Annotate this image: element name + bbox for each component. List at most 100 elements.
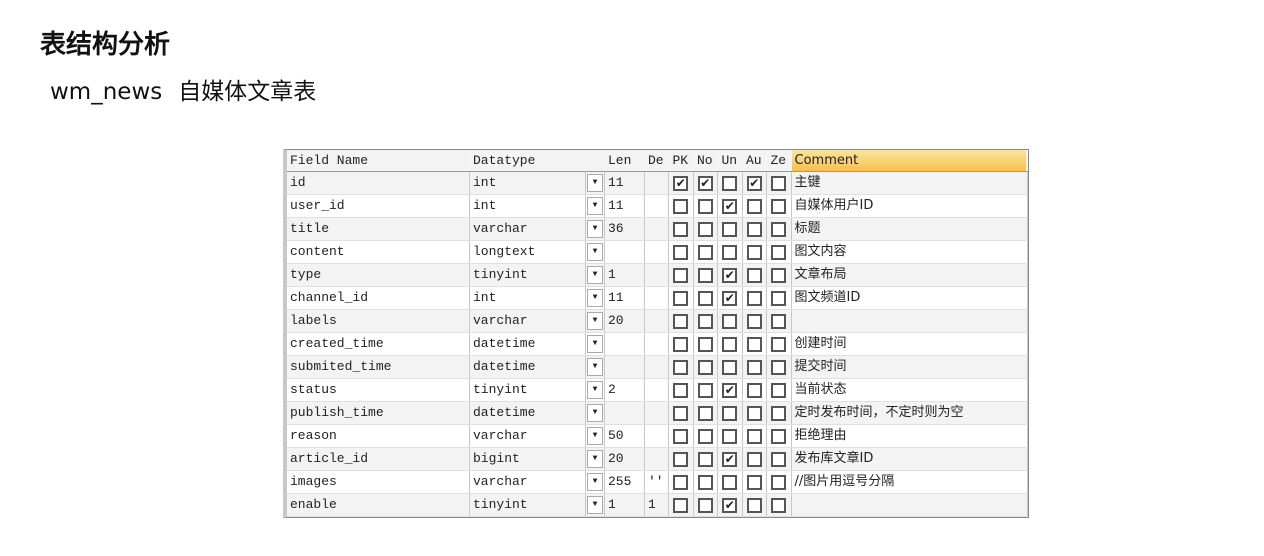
length-cell[interactable]	[605, 402, 645, 424]
datatype-dropdown[interactable]: ▼	[586, 425, 605, 447]
comment-cell[interactable]: 主键	[792, 172, 1028, 194]
zerofill-checkbox[interactable]	[771, 428, 787, 444]
unsigned-checkbox[interactable]	[722, 359, 738, 375]
comment-cell[interactable]: 拒绝理由	[792, 425, 1028, 447]
datatype-cell[interactable]: int	[470, 195, 586, 217]
not-null-checkbox[interactable]	[697, 290, 713, 306]
not-null-checkbox[interactable]	[697, 267, 713, 283]
length-cell[interactable]: 20	[605, 310, 645, 332]
default-cell[interactable]	[645, 241, 669, 263]
zerofill-checkbox[interactable]	[771, 382, 787, 398]
not-null-checkbox[interactable]	[697, 221, 713, 237]
datatype-dropdown[interactable]: ▼	[586, 218, 605, 240]
length-cell[interactable]: 11	[605, 195, 645, 217]
pk-checkbox[interactable]	[673, 359, 689, 375]
unsigned-checkbox[interactable]	[722, 175, 738, 191]
pk-checkbox[interactable]	[673, 244, 689, 260]
datatype-cell[interactable]: datetime	[470, 402, 586, 424]
field-name-cell[interactable]: article_id	[287, 448, 470, 470]
not-null-checkbox[interactable]	[697, 198, 713, 214]
default-cell[interactable]	[645, 195, 669, 217]
length-cell[interactable]	[605, 333, 645, 355]
length-cell[interactable]: 36	[605, 218, 645, 240]
default-cell[interactable]	[645, 218, 669, 240]
zerofill-checkbox[interactable]	[771, 267, 787, 283]
header-pk[interactable]: PK	[669, 150, 694, 171]
comment-cell[interactable]: 标题	[792, 218, 1028, 240]
datatype-dropdown[interactable]: ▼	[586, 241, 605, 263]
zerofill-checkbox[interactable]	[771, 451, 787, 467]
pk-checkbox[interactable]	[673, 290, 689, 306]
datatype-cell[interactable]: varchar	[470, 310, 586, 332]
default-cell[interactable]	[645, 333, 669, 355]
comment-cell[interactable]	[792, 310, 1028, 332]
auto-increment-checkbox[interactable]	[746, 336, 762, 352]
length-cell[interactable]: 1	[605, 494, 645, 516]
datatype-cell[interactable]: datetime	[470, 356, 586, 378]
auto-increment-checkbox[interactable]	[746, 267, 762, 283]
datatype-dropdown[interactable]: ▼	[586, 264, 605, 286]
datatype-cell[interactable]: tinyint	[470, 379, 586, 401]
header-not-null[interactable]: No	[694, 150, 718, 171]
zerofill-checkbox[interactable]	[771, 405, 787, 421]
not-null-checkbox[interactable]	[697, 474, 713, 490]
field-name-cell[interactable]: title	[287, 218, 470, 240]
header-field-name[interactable]: Field Name	[287, 150, 470, 171]
datatype-cell[interactable]: int	[470, 287, 586, 309]
comment-cell[interactable]: 自媒体用户ID	[792, 195, 1028, 217]
unsigned-checkbox[interactable]	[722, 313, 738, 329]
header-comment[interactable]: Comment	[791, 150, 1028, 171]
unsigned-checkbox[interactable]: ✔	[722, 497, 738, 513]
comment-cell[interactable]: 图文频道ID	[792, 287, 1028, 309]
length-cell[interactable]: 255	[605, 471, 645, 493]
unsigned-checkbox[interactable]: ✔	[722, 267, 738, 283]
datatype-dropdown[interactable]: ▼	[586, 379, 605, 401]
datatype-cell[interactable]: int	[470, 172, 586, 194]
comment-cell[interactable]: 图文内容	[792, 241, 1028, 263]
length-cell[interactable]: 2	[605, 379, 645, 401]
comment-cell[interactable]: 当前状态	[792, 379, 1028, 401]
zerofill-checkbox[interactable]	[771, 221, 787, 237]
datatype-cell[interactable]: tinyint	[470, 264, 586, 286]
default-cell[interactable]: 1	[645, 494, 669, 516]
datatype-dropdown[interactable]: ▼	[586, 402, 605, 424]
comment-cell[interactable]: 定时发布时间，不定时则为空	[792, 402, 1028, 424]
length-cell[interactable]: 50	[605, 425, 645, 447]
datatype-cell[interactable]: datetime	[470, 333, 586, 355]
datatype-cell[interactable]: longtext	[470, 241, 586, 263]
header-len[interactable]: Len	[605, 150, 645, 171]
pk-checkbox[interactable]	[673, 451, 689, 467]
field-name-cell[interactable]: type	[287, 264, 470, 286]
datatype-cell[interactable]: bigint	[470, 448, 586, 470]
not-null-checkbox[interactable]	[697, 336, 713, 352]
default-cell[interactable]	[645, 379, 669, 401]
pk-checkbox[interactable]	[673, 405, 689, 421]
unsigned-checkbox[interactable]	[722, 405, 738, 421]
zerofill-checkbox[interactable]	[771, 474, 787, 490]
comment-cell[interactable]: 提交时间	[792, 356, 1028, 378]
auto-increment-checkbox[interactable]: ✔	[746, 175, 762, 191]
not-null-checkbox[interactable]: ✔	[697, 175, 713, 191]
field-name-cell[interactable]: user_id	[287, 195, 470, 217]
datatype-dropdown[interactable]: ▼	[586, 172, 605, 194]
not-null-checkbox[interactable]	[697, 244, 713, 260]
not-null-checkbox[interactable]	[697, 405, 713, 421]
comment-cell[interactable]: 创建时间	[792, 333, 1028, 355]
default-cell[interactable]: ''	[645, 471, 669, 493]
datatype-cell[interactable]: varchar	[470, 425, 586, 447]
default-cell[interactable]	[645, 356, 669, 378]
datatype-dropdown[interactable]: ▼	[586, 494, 605, 516]
field-name-cell[interactable]: id	[287, 172, 470, 194]
zerofill-checkbox[interactable]	[771, 175, 787, 191]
comment-cell[interactable]: //图片用逗号分隔	[792, 471, 1028, 493]
datatype-dropdown[interactable]: ▼	[586, 448, 605, 470]
default-cell[interactable]	[645, 264, 669, 286]
length-cell[interactable]	[605, 356, 645, 378]
datatype-dropdown[interactable]: ▼	[586, 287, 605, 309]
not-null-checkbox[interactable]	[697, 497, 713, 513]
default-cell[interactable]	[645, 448, 669, 470]
datatype-cell[interactable]: varchar	[470, 471, 586, 493]
pk-checkbox[interactable]	[673, 267, 689, 283]
not-null-checkbox[interactable]	[697, 359, 713, 375]
datatype-dropdown[interactable]: ▼	[586, 310, 605, 332]
